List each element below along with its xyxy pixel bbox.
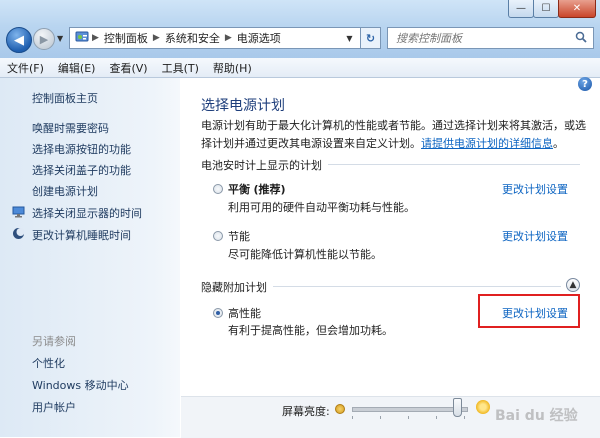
breadcrumb-separator: ▶ [224, 33, 232, 43]
breadcrumb-system-security[interactable]: 系统和安全 [165, 30, 220, 46]
display-icon [12, 205, 25, 218]
address-dropdown-icon[interactable]: ▼ [339, 27, 361, 49]
maximize-button[interactable]: ☐ [533, 0, 559, 18]
menu-edit[interactable]: 编辑(E) [51, 60, 103, 76]
page-title: 选择电源计划 [201, 98, 285, 114]
sidebar-item-sleep-time[interactable]: 更改计算机睡眠时间 [32, 227, 131, 243]
brightness-label: 屏幕亮度: [282, 405, 330, 418]
close-button[interactable]: ✕ [558, 0, 596, 18]
forward-button[interactable]: ▶ [33, 28, 55, 50]
sidebar-item-create-plan[interactable]: 创建电源计划 [32, 183, 98, 199]
sidebar: 控制面板主页 唤醒时需要密码 选择电源按钮的功能 选择关闭盖子的功能 创建电源计… [0, 78, 180, 437]
back-button[interactable]: ◀ [6, 27, 32, 53]
breadcrumb-power-options[interactable]: 电源选项 [237, 30, 281, 46]
sidebar-home-link[interactable]: 控制面板主页 [32, 90, 98, 106]
change-balanced-link[interactable]: 更改计划设置 [502, 181, 568, 197]
slider-tick [436, 416, 437, 419]
menu-bar: 文件(F) 编辑(E) 查看(V) 工具(T) 帮助(H) [0, 58, 600, 78]
highlight-annotation [478, 294, 580, 328]
slider-tick [464, 416, 465, 419]
search-box[interactable] [387, 27, 594, 49]
help-icon[interactable]: ? [578, 77, 592, 91]
plan-high-performance-desc: 有利于提高性能，但会增加功耗。 [228, 324, 393, 337]
plan-details-link[interactable]: 请提供电源计划的详细信息 [421, 137, 553, 150]
brightness-low-icon [335, 404, 345, 414]
slider-tick [380, 416, 381, 419]
plan-high-performance-name[interactable]: 高性能 [228, 305, 261, 321]
battery-plans-heading: 电池安时计上显示的计划 [201, 157, 328, 173]
menu-help[interactable]: 帮助(H) [206, 60, 259, 76]
see-also-heading: 另请参阅 [32, 335, 76, 348]
plan-balanced-label: 平衡 [228, 183, 250, 196]
radio-balanced[interactable] [213, 184, 223, 194]
menu-view[interactable]: 查看(V) [102, 60, 154, 76]
collapse-chevron-up-icon[interactable]: ▲ [566, 278, 580, 292]
menu-tools[interactable]: 工具(T) [155, 60, 206, 76]
sidebar-item-display-off[interactable]: 选择关闭显示器的时间 [32, 205, 142, 221]
brightness-slider[interactable] [352, 407, 468, 412]
radio-power-saver[interactable] [213, 231, 223, 241]
plan-power-saver-desc: 尽可能降低计算机性能以节能。 [228, 248, 382, 261]
slider-tick [352, 416, 353, 419]
hidden-plans-heading: 隐藏附加计划 [201, 279, 273, 295]
arrow-right-icon: ▶ [39, 32, 49, 46]
slider-tick [408, 416, 409, 419]
see-also-user-accounts[interactable]: 用户帐户 [32, 399, 76, 415]
history-dropdown-icon[interactable]: ▼ [57, 34, 63, 43]
see-also-personalization[interactable]: 个性化 [32, 355, 65, 371]
breadcrumb-control-panel[interactable]: 控制面板 [104, 30, 148, 46]
watermark: Bai du 经验 [495, 408, 578, 424]
plan-balanced-tag: (推荐) [253, 183, 286, 196]
plan-balanced-name[interactable]: 平衡 (推荐) [228, 181, 286, 197]
search-input[interactable] [394, 30, 568, 46]
menu-file[interactable]: 文件(F) [0, 60, 51, 76]
plan-power-saver-name[interactable]: 节能 [228, 228, 250, 244]
address-bar[interactable]: ▶ 控制面板 ▶ 系统和安全 ▶ 电源选项 [69, 27, 353, 49]
radio-high-performance[interactable] [213, 308, 223, 318]
plan-balanced-desc: 利用可用的硬件自动平衡功耗与性能。 [228, 201, 415, 214]
moon-icon [12, 227, 25, 240]
sidebar-item-wake-password[interactable]: 唤醒时需要密码 [32, 120, 109, 136]
sidebar-item-lid[interactable]: 选择关闭盖子的功能 [32, 162, 131, 178]
sidebar-item-power-button[interactable]: 选择电源按钮的功能 [32, 141, 131, 157]
brightness-slider-thumb[interactable] [452, 398, 462, 417]
breadcrumb-separator: ▶ [152, 33, 160, 43]
refresh-icon: ↻ [365, 31, 376, 45]
brightness-high-icon [476, 400, 490, 414]
arrow-left-icon: ◀ [14, 32, 24, 48]
control-panel-icon [74, 29, 90, 48]
minimize-button[interactable]: — [508, 0, 534, 18]
search-icon[interactable] [575, 31, 587, 46]
breadcrumb-separator: ▶ [92, 33, 99, 43]
refresh-button[interactable]: ↻ [361, 27, 381, 49]
see-also-mobility-center[interactable]: Windows 移动中心 [32, 377, 129, 393]
intro-text: 电源计划有助于最大化计算机的性能或者节能。通过选择计划来将其激活，或选择计划并通… [201, 119, 586, 150]
change-power-saver-link[interactable]: 更改计划设置 [502, 228, 568, 244]
